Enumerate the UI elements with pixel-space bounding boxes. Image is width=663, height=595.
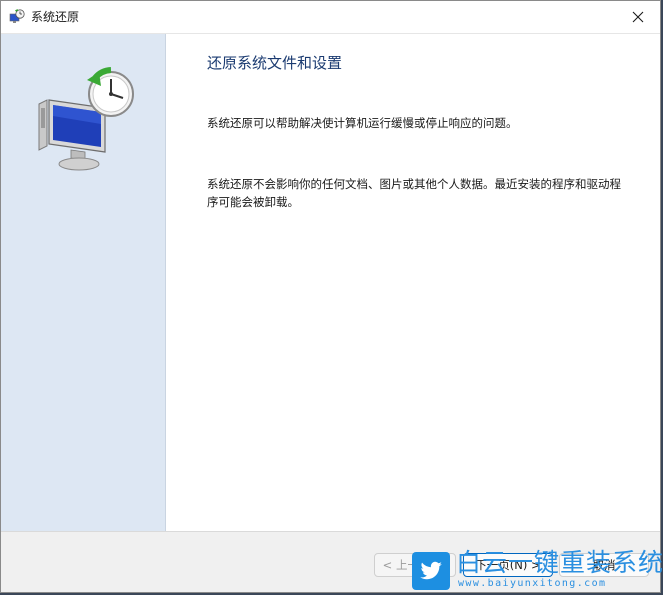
back-button[interactable]: < 上一步(B) bbox=[374, 553, 456, 577]
system-restore-icon bbox=[9, 9, 25, 25]
page-heading: 还原系统文件和设置 bbox=[207, 54, 343, 72]
next-button[interactable]: 下一页(N) > bbox=[463, 553, 553, 577]
close-button[interactable] bbox=[616, 1, 660, 33]
button-bar: < 上一步(B) 下一页(N) > 取消 bbox=[1, 531, 660, 592]
close-icon bbox=[632, 11, 644, 23]
cancel-button[interactable]: 取消 bbox=[559, 553, 649, 577]
description-paragraph-2: 系统还原不会影响你的任何文档、图片或其他个人数据。最近安装的程序和驱动程序可能会… bbox=[207, 177, 621, 209]
window-title: 系统还原 bbox=[31, 10, 80, 24]
side-panel bbox=[1, 34, 166, 531]
system-restore-window: 系统还原 还原系统文件和设置 系统还原可以帮助解决使计算机运行缓慢或停止响应的问… bbox=[0, 0, 661, 593]
content-area: 还原系统文件和设置 系统还原可以帮助解决使计算机运行缓慢或停止响应的问题。 系统… bbox=[166, 34, 660, 531]
description-paragraph-1: 系统还原可以帮助解决使计算机运行缓慢或停止响应的问题。 bbox=[207, 116, 518, 130]
restore-computer-clock-icon bbox=[38, 67, 134, 171]
title-bar[interactable]: 系统还原 bbox=[1, 1, 660, 34]
